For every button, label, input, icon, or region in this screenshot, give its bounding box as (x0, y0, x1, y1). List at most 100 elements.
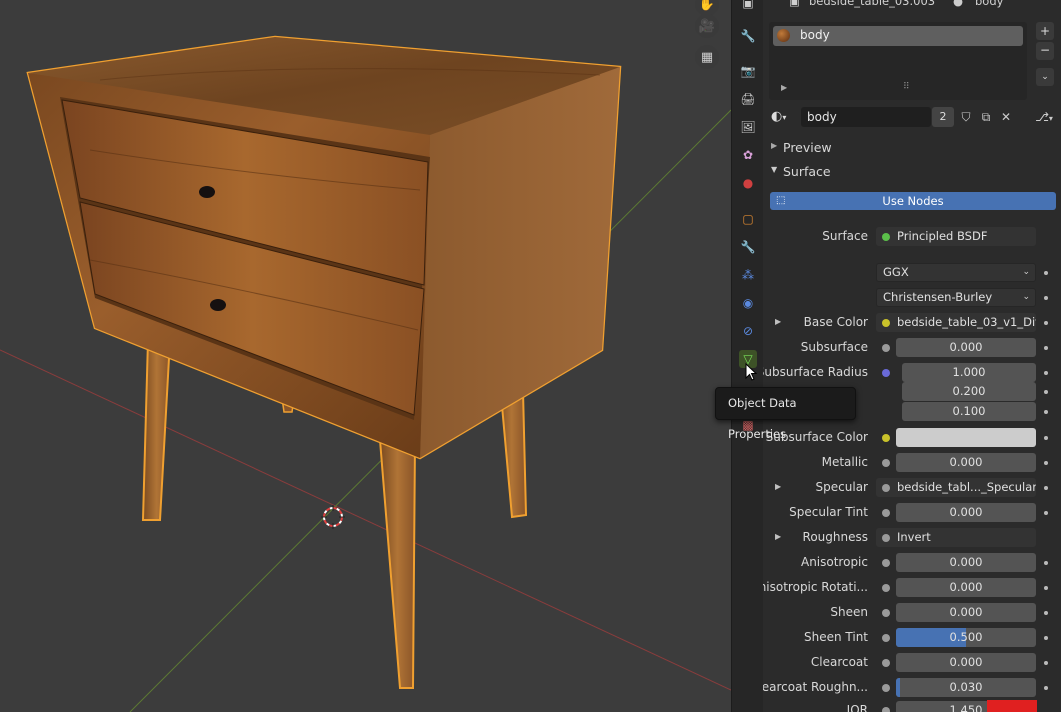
3d-viewport[interactable]: ✋ 🎥 ▦ (0, 0, 731, 712)
material-slot-label: body (800, 28, 830, 42)
view-layer-tab-icon[interactable]: 🖼 (739, 118, 757, 136)
value-socket-dot (882, 609, 890, 617)
clearcoat-slider[interactable]: 0.000 (896, 653, 1036, 672)
physics-tab-icon[interactable]: ◉ (739, 294, 757, 312)
editor-type-icon[interactable]: ▣ (739, 0, 757, 12)
viewport-scene (0, 35, 731, 712)
keyframe-dot[interactable] (1044, 511, 1048, 515)
slot-specials-button[interactable]: ⌄ (1036, 68, 1054, 86)
clearcoat-row: Clearcoat 0.000 (763, 652, 1061, 674)
roughness-node-field[interactable]: Invert (876, 528, 1036, 547)
subsurface-radius-y[interactable]: 0.200 (902, 382, 1036, 401)
subsurface-color-row: Subsurface Color (763, 427, 1061, 449)
keyframe-dot[interactable] (1044, 296, 1048, 300)
user-count-badge[interactable]: 2 (932, 107, 954, 127)
subsurface-method-select[interactable]: Christensen-Burley ⌄ (876, 288, 1036, 307)
material-slot-item[interactable]: body (773, 26, 1023, 46)
chevron-down-icon: ⌄ (1022, 267, 1030, 277)
mouse-cursor-icon (745, 363, 758, 381)
keyframe-dot[interactable] (1044, 586, 1048, 590)
keyframe-dot[interactable] (1044, 346, 1048, 350)
world-tab-icon[interactable]: ● (739, 174, 757, 192)
tool-tab-icon[interactable]: 🔧 (739, 27, 757, 45)
output-tab-icon[interactable]: 🖨 (739, 90, 757, 108)
value-socket-dot (882, 484, 890, 492)
keyframe-dot[interactable] (1044, 686, 1048, 690)
ortho-grid-icon[interactable]: ▦ (695, 45, 719, 69)
link-data-dropdown[interactable]: ⎇▾ (1029, 107, 1059, 127)
shader-socket-dot (882, 233, 890, 241)
specular-tint-slider[interactable]: 0.000 (896, 503, 1036, 522)
particles-tab-icon[interactable]: ⁂ (739, 266, 757, 284)
specular-texture-field[interactable]: bedside_tabl..._Specular.png (876, 478, 1036, 497)
object-tab-icon[interactable]: ▢ (739, 210, 757, 228)
keyframe-dot[interactable] (1044, 461, 1048, 465)
expand-triangle-icon[interactable]: ▶ (775, 532, 781, 541)
browse-material-button[interactable]: ◐▾ (771, 108, 799, 126)
chevron-down-icon: ⌄ (1022, 292, 1030, 302)
add-slot-button[interactable]: + (1036, 22, 1054, 40)
value-socket-dot (882, 684, 890, 692)
keyframe-dot[interactable] (1044, 561, 1048, 565)
material-slot-list[interactable]: body ▶ ⠿ (769, 22, 1027, 100)
properties-panel: ▣ bedside_table_03.003 ● body body ▶ ⠿ +… (763, 0, 1061, 712)
sheen-tint-row: Sheen Tint 0.500 (763, 627, 1061, 649)
value-socket-dot (882, 659, 890, 667)
base-color-row: ▶ Base Color bedside_table_03_v1_Diffu..… (763, 312, 1061, 334)
breadcrumb: ▣ bedside_table_03.003 ● body (763, 0, 1061, 12)
remove-slot-button[interactable]: − (1036, 42, 1054, 60)
expand-triangle-icon[interactable]: ▶ (781, 83, 787, 92)
material-name-field[interactable]: body (801, 107, 931, 127)
subsurface-slider[interactable]: 0.000 (896, 338, 1036, 357)
unlink-material-icon[interactable]: ✕ (996, 107, 1016, 127)
keyframe-dot[interactable] (1044, 661, 1048, 665)
anisotropic-row: Anisotropic 0.000 (763, 552, 1061, 574)
record-badge-icon (987, 700, 1037, 712)
resize-grip-icon[interactable]: ⠿ (903, 82, 910, 92)
value-socket-dot (882, 584, 890, 592)
sheen-tint-slider[interactable]: 0.500 (896, 628, 1036, 647)
subsurface-method-row: Christensen-Burley ⌄ (763, 287, 1061, 309)
subsurface-color-swatch[interactable] (896, 428, 1036, 447)
keyframe-dot[interactable] (1044, 436, 1048, 440)
scene-tab-icon[interactable]: ✿ (739, 146, 757, 164)
expand-triangle-icon[interactable]: ▶ (775, 317, 781, 326)
base-color-texture-field[interactable]: bedside_table_03_v1_Diffu... (876, 313, 1036, 332)
keyframe-dot[interactable] (1044, 321, 1048, 325)
keyframe-dot[interactable] (1044, 486, 1048, 490)
node-tree-icon: ⬚ (776, 195, 786, 206)
keyframe-dot[interactable] (1044, 271, 1048, 275)
use-nodes-button[interactable]: ⬚ Use Nodes (770, 192, 1056, 210)
breadcrumb-object[interactable]: bedside_table_03.003 (809, 0, 935, 8)
anisotropic-slider[interactable]: 0.000 (896, 553, 1036, 572)
subsurface-radius-x[interactable]: 1.000 (902, 363, 1036, 382)
metallic-slider[interactable]: 0.000 (896, 453, 1036, 472)
surface-row: Surface Principled BSDF (763, 226, 1061, 248)
sheen-slider[interactable]: 0.000 (896, 603, 1036, 622)
distribution-select[interactable]: GGX ⌄ (876, 263, 1036, 282)
fake-user-shield-icon[interactable]: ⛉ (956, 107, 976, 127)
modifier-tab-icon[interactable]: 🔧 (739, 238, 757, 256)
value-socket-dot (882, 534, 890, 542)
camera-view-icon[interactable]: 🎥 (695, 14, 719, 38)
render-tab-icon[interactable]: 📷 (739, 62, 757, 80)
collapsed-triangle-icon: ▶ (771, 141, 778, 150)
keyframe-dot[interactable] (1044, 636, 1048, 640)
constraints-tab-icon[interactable]: ⊘ (739, 322, 757, 340)
keyframe-dot[interactable] (1044, 371, 1048, 375)
surface-section-header[interactable]: ▼ Surface (769, 162, 1061, 182)
expand-triangle-icon[interactable]: ▶ (775, 482, 781, 491)
keyframe-dot[interactable] (1044, 410, 1048, 414)
keyframe-dot[interactable] (1044, 390, 1048, 394)
preview-section-header[interactable]: ▶ Preview (769, 138, 1061, 158)
clearcoat-roughness-slider[interactable]: 0.030 (896, 678, 1036, 697)
properties-tab-strip: ▣ 🔧 📷 🖨 🖼 ✿ ● ▢ 🔧 ⁂ ◉ ⊘ ▽ ▩ (731, 0, 763, 712)
anisotropic-rotation-slider[interactable]: 0.000 (896, 578, 1036, 597)
duplicate-material-icon[interactable]: ⧉ (976, 107, 996, 127)
breadcrumb-material[interactable]: body (975, 0, 1003, 8)
subsurface-radius-z[interactable]: 0.100 (902, 402, 1036, 421)
surface-shader-field[interactable]: Principled BSDF (876, 227, 1036, 246)
tooltip: Object Data Properties (715, 387, 856, 441)
value-socket-dot (882, 707, 890, 712)
keyframe-dot[interactable] (1044, 611, 1048, 615)
